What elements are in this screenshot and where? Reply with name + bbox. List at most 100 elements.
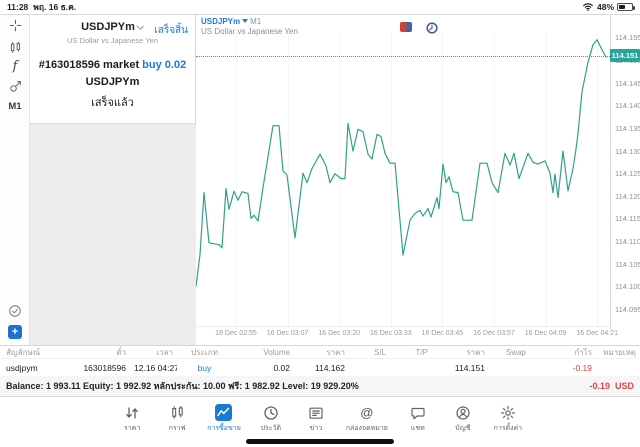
price-tick-label: 114.115 (615, 214, 640, 224)
news-icon (308, 404, 324, 421)
clock-time: 11:28 (7, 2, 29, 12)
one-click-trading-icon[interactable] (0, 303, 30, 318)
new-order-button[interactable]: + (0, 324, 30, 340)
current-price-badge: 114.151 (610, 49, 640, 63)
price-tick-label: 114.145 (615, 78, 640, 88)
tab-label: ราคา (123, 425, 141, 432)
objects-icon[interactable] (0, 79, 30, 94)
price-line (195, 39, 607, 287)
tab-label: กราฟ (168, 425, 186, 432)
column-header-tp: T/P (415, 347, 428, 357)
column-header-symbol: สัญลักษณ์ (6, 347, 41, 357)
account-icon (455, 404, 471, 421)
dropdown-triangle-icon (242, 19, 249, 24)
chat-icon (410, 404, 426, 421)
time-tick-label: 16 Dec 04:09 (524, 330, 567, 337)
column-header-type: ประเภท (191, 347, 218, 357)
chart-tool-rail: f M1 + (0, 15, 30, 345)
settings-icon (500, 404, 516, 421)
column-header-sl: S/L (373, 347, 386, 357)
price-tick-label: 114.125 (615, 169, 640, 179)
order-status: เสร็จแล้ว (91, 97, 134, 109)
functions-icon[interactable]: f (0, 59, 30, 74)
symbol-description: US Dollar vs Japanese Yen (67, 36, 158, 45)
tab-label: การซื้อขาย (207, 425, 241, 432)
price-line-chart (195, 39, 607, 287)
time-tick-label: 16 Dec 04:21 (576, 330, 619, 337)
order-confirmation-card: USDJPYm เสร็จสิ้น US Dollar vs Japanese … (30, 15, 196, 124)
price-axis-line (610, 15, 611, 330)
tab-label: ข่าว (309, 425, 323, 432)
cell-volume: 0.02 (273, 362, 290, 373)
status-date: พฤ. 16 ธ.ค. (33, 2, 77, 12)
tab-quotes[interactable]: ราคา (117, 404, 147, 434)
cell-price_current: 114.151 (454, 362, 485, 373)
column-header-time: เวลา (156, 347, 173, 357)
price-tick-label: 114.130 (615, 146, 640, 156)
history-icon (263, 404, 279, 421)
time-tick-label: 16 Dec 03:45 (421, 330, 464, 337)
time-tick-label: 16 Dec 03:07 (266, 330, 309, 337)
column-header-ticket: ตั๋ว (116, 347, 126, 357)
price-tick-label: 114.100 (615, 282, 640, 292)
tab-chat[interactable]: แชท (403, 404, 433, 434)
price-tick-label: 114.155 (615, 33, 640, 43)
tab-account[interactable]: บัญชี (448, 404, 478, 434)
mailbox-icon: @ (360, 405, 374, 420)
order-panel: USDJPYm เสร็จสิ้น US Dollar vs Japanese … (30, 15, 196, 345)
chevron-down-icon (137, 22, 144, 29)
order-result-line: #163018596 market buy 0.02 (38, 59, 187, 71)
order-symbol: USDJPYm (85, 76, 140, 88)
chart-icon (170, 404, 185, 421)
timeframe-button[interactable]: M1 (0, 99, 30, 114)
table-header-row: สัญลักษณ์ ตั๋ว เวลา ประเภท Volume ราคา S/L T/P ร… (0, 346, 640, 359)
price-tick-label: 114.105 (615, 259, 640, 269)
tab-news[interactable]: ข่าว (301, 404, 331, 434)
tab-label: ประวัติ (260, 425, 282, 432)
symbol-name: USDJPYm (81, 21, 135, 33)
time-tick-label: 16 Dec 02:55 (215, 330, 257, 337)
price-tick-label: 114.095 (615, 304, 640, 314)
tab-trade[interactable]: การซื้อขาย (207, 404, 241, 434)
cell-price_open: 114.162 (314, 362, 345, 373)
cell-symbol: usdjpym (6, 362, 38, 373)
battery-percent: 48% (596, 2, 614, 12)
floating-profit: -0.19 USD (589, 381, 634, 391)
time-tick-label: 16 Dec 03:20 (318, 330, 361, 337)
cell-ticket: 163018596 (83, 362, 126, 373)
positions-table: สัญลักษณ์ ตั๋ว เวลา ประเภท Volume ราคา S/L T/P ร… (0, 345, 640, 377)
tab-history[interactable]: ประวัติ (256, 404, 286, 434)
account-bar: Balance: 1 993.11 Equity: 1 992.92 หลักป… (0, 376, 640, 397)
price-tick-label: 114.140 (615, 101, 640, 111)
indicators-icon[interactable] (0, 40, 30, 55)
column-header-swap: Swap (505, 347, 526, 357)
home-indicator[interactable] (246, 439, 394, 444)
tab-chart[interactable]: กราฟ (162, 404, 192, 434)
wifi-icon (582, 2, 594, 13)
cell-time: 12.16 04:27 (134, 362, 177, 373)
quotes-icon (124, 404, 140, 421)
column-header-notes: หมายเหตุ (603, 347, 636, 357)
tab-label: บัญชี (455, 425, 471, 432)
trade-icon (215, 404, 233, 421)
cell-type: buy (197, 362, 212, 373)
column-header-price_open: ราคา (326, 347, 345, 357)
chart-region[interactable]: USDJPYm M1 US Dollar vs Japanese Yen 114.… (195, 15, 640, 345)
price-tick-label: 114.120 (615, 191, 640, 201)
metatrader-app: 11:28 พฤ. 16 ธ.ค. 48% f M1 + USDJPYm เสร… (0, 0, 640, 447)
price-tick-label: 114.135 (615, 123, 640, 133)
column-header-price_current: ราคา (466, 347, 485, 357)
cell-profit: -0.19 (572, 362, 592, 373)
tab-mailbox[interactable]: @ กล่องจดหมาย (346, 404, 388, 434)
chart-symbol[interactable]: USDJPYm (201, 17, 240, 26)
tab-settings[interactable]: การตั้งค่า (493, 404, 523, 434)
table-row[interactable]: usdjpym 163018596 12.16 04:27 buy 0.02 114.16… (0, 359, 640, 377)
order-action: buy 0.02 (142, 59, 187, 71)
chart-timeframe: M1 (250, 17, 262, 26)
time-tick-label: 16 Dec 03:57 (473, 330, 515, 337)
tab-label: การตั้งค่า (493, 425, 523, 432)
calendar-event-flag-icon[interactable] (400, 22, 412, 32)
account-summary: Balance: 1 993.11 Equity: 1 992.92 หลักป… (6, 381, 359, 391)
time-tick-label: 16 Dec 03:33 (369, 330, 412, 337)
crosshair-icon[interactable] (0, 18, 30, 33)
